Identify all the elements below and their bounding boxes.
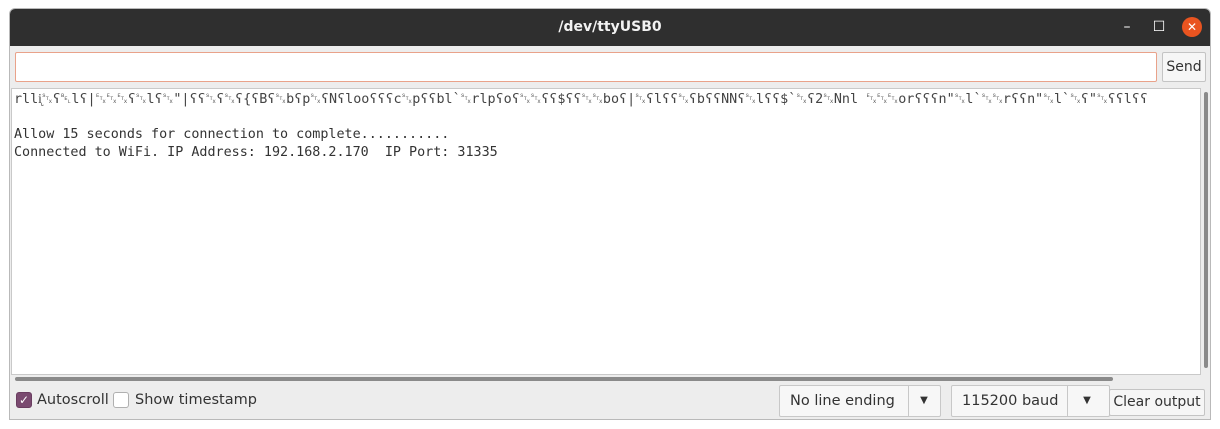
bottom-bar: ✓ Autoscroll Show timestamp No line endi… (10, 383, 1210, 419)
serial-monitor-window: /dev/ttyUSB0 – ☐ ✕ Send rllᶖ␂ʕ␇lʕ|␃␃␃ʕ␂l… (9, 8, 1211, 420)
maximize-icon[interactable]: ☐ (1148, 16, 1170, 38)
send-input[interactable] (15, 52, 1157, 82)
horizontal-scrollbar-thumb[interactable] (15, 377, 1113, 381)
clear-output-button[interactable]: Clear output (1109, 389, 1205, 416)
title-bar: /dev/ttyUSB0 – ☐ ✕ (10, 9, 1210, 46)
vertical-scrollbar-thumb[interactable] (1204, 92, 1208, 368)
show-timestamp-checkbox[interactable] (113, 392, 129, 408)
send-bar: Send (10, 46, 1210, 87)
close-icon[interactable]: ✕ (1182, 17, 1202, 37)
autoscroll-label[interactable]: Autoscroll (37, 391, 109, 409)
output-line: Connected to WiFi. IP Address: 192.168.2… (14, 145, 498, 160)
baud-rate-select[interactable]: 115200 baud ▼ (951, 385, 1110, 417)
horizontal-scrollbar[interactable] (11, 375, 1201, 383)
window-title: /dev/ttyUSB0 (558, 19, 662, 35)
line-ending-value: No line ending (790, 393, 895, 409)
output-line: rllᶖ␂ʕ␇lʕ|␃␃␃ʕ␂lʕ␂"|ʕʕ␂ʕ␂ʕ{ʕBʕ␂bʕp␂ʕNʕlo… (14, 92, 1148, 107)
minimize-icon[interactable]: – (1116, 16, 1138, 38)
send-button[interactable]: Send (1162, 52, 1206, 82)
select-divider (1067, 386, 1068, 416)
chevron-down-icon[interactable]: ▼ (1079, 393, 1095, 409)
baud-rate-value: 115200 baud (962, 393, 1059, 409)
check-icon: ✓ (18, 393, 30, 407)
line-ending-select[interactable]: No line ending ▼ (779, 385, 941, 417)
serial-output[interactable]: rllᶖ␂ʕ␇lʕ|␃␃␃ʕ␂lʕ␂"|ʕʕ␂ʕ␂ʕ{ʕBʕ␂bʕp␂ʕNʕlo… (11, 88, 1201, 375)
chevron-down-icon[interactable]: ▼ (916, 393, 932, 409)
select-divider (908, 386, 909, 416)
output-line: Allow 15 seconds for connection to compl… (14, 127, 450, 142)
show-timestamp-label[interactable]: Show timestamp (135, 391, 257, 409)
autoscroll-checkbox[interactable]: ✓ (16, 392, 32, 408)
vertical-scrollbar[interactable] (1202, 88, 1210, 375)
